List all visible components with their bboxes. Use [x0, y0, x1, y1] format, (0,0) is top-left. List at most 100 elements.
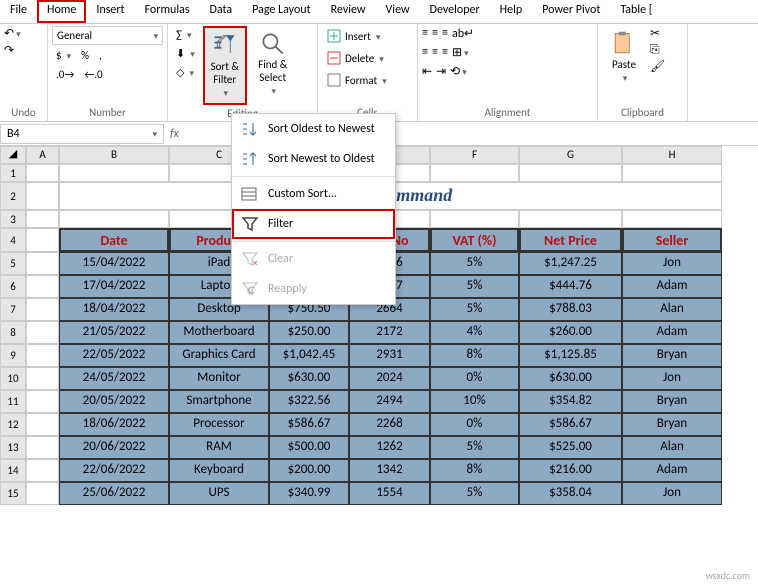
cell[interactable]	[26, 275, 59, 298]
table-cell[interactable]: Processor	[169, 413, 269, 436]
table-cell[interactable]: 2931	[349, 344, 430, 367]
cell[interactable]	[26, 252, 59, 275]
align-mid-icon[interactable]: ≡	[432, 26, 438, 41]
table-cell[interactable]: RAM	[169, 436, 269, 459]
row-header[interactable]: 11	[0, 390, 26, 413]
menu-formulas[interactable]: Formulas	[135, 0, 200, 23]
table-cell[interactable]: $340.99	[269, 482, 349, 505]
table-cell[interactable]: 2024	[349, 367, 430, 390]
table-cell[interactable]: Jon	[622, 482, 722, 505]
menu-table[interactable]: Table [	[610, 0, 662, 23]
table-cell[interactable]: 5%	[430, 275, 519, 298]
menu-developer[interactable]: Developer	[420, 0, 490, 23]
align-top-icon[interactable]: ≡	[422, 26, 428, 41]
paste-button[interactable]: Paste	[602, 26, 646, 88]
find-select-button[interactable]: Find & Select	[251, 26, 295, 101]
menu-review[interactable]: Review	[321, 0, 376, 23]
fx-icon[interactable]: fx	[164, 127, 185, 141]
clear-icon[interactable]: ◇	[172, 64, 199, 81]
table-cell[interactable]: $260.00	[519, 321, 622, 344]
table-cell[interactable]: 21/05/2022	[59, 321, 169, 344]
cell[interactable]	[26, 459, 59, 482]
menu-powerpivot[interactable]: Power Pivot	[532, 0, 610, 23]
cell[interactable]	[622, 164, 722, 182]
col-header-F[interactable]: F	[430, 146, 519, 164]
clear-filter-item[interactable]: Clear	[232, 244, 395, 274]
table-cell[interactable]: 5%	[430, 252, 519, 275]
cell[interactable]	[26, 228, 59, 252]
table-cell[interactable]: 8%	[430, 459, 519, 482]
table-cell[interactable]: $250.00	[269, 321, 349, 344]
table-cell[interactable]: 18/04/2022	[59, 298, 169, 321]
row-header[interactable]: 3	[0, 210, 26, 228]
table-cell[interactable]: Bryan	[622, 413, 722, 436]
cell[interactable]	[26, 482, 59, 505]
table-header[interactable]: Net Price	[519, 228, 622, 252]
row-header[interactable]: 5	[0, 252, 26, 275]
wrap-text-icon[interactable]: ab↵	[452, 26, 474, 41]
table-cell[interactable]: $1,247.25	[519, 252, 622, 275]
undo-icon[interactable]: ↶	[4, 26, 21, 41]
row-header[interactable]: 9	[0, 344, 26, 367]
table-cell[interactable]: 0%	[430, 367, 519, 390]
decrease-decimal-icon[interactable]: ←.0	[80, 66, 106, 83]
table-header[interactable]: Seller	[622, 228, 722, 252]
format-painter-icon[interactable]: 🖌	[650, 59, 665, 74]
currency-icon[interactable]: $	[52, 47, 75, 64]
cell[interactable]	[59, 164, 169, 182]
table-cell[interactable]: Alan	[622, 298, 722, 321]
table-cell[interactable]: $630.00	[269, 367, 349, 390]
align-right-icon[interactable]: ≡	[442, 45, 448, 60]
format-cells-button[interactable]: Format	[322, 70, 391, 90]
cell[interactable]	[519, 164, 622, 182]
table-cell[interactable]: Smartphone	[169, 390, 269, 413]
table-cell[interactable]: Bryan	[622, 344, 722, 367]
table-cell[interactable]: $525.00	[519, 436, 622, 459]
table-cell[interactable]: $216.00	[519, 459, 622, 482]
table-cell[interactable]: 22/06/2022	[59, 459, 169, 482]
table-cell[interactable]: $500.00	[269, 436, 349, 459]
table-cell[interactable]: Keyboard	[169, 459, 269, 482]
table-cell[interactable]: Adam	[622, 275, 722, 298]
table-cell[interactable]: 20/06/2022	[59, 436, 169, 459]
table-cell[interactable]: 8%	[430, 344, 519, 367]
table-cell[interactable]: Adam	[622, 459, 722, 482]
merge-icon[interactable]: ⊞	[452, 45, 469, 60]
cell[interactable]	[622, 210, 722, 228]
cut-icon[interactable]: ✂	[650, 26, 665, 41]
align-bot-icon[interactable]: ≡	[442, 26, 448, 41]
table-cell[interactable]: 1554	[349, 482, 430, 505]
table-cell[interactable]: 20/05/2022	[59, 390, 169, 413]
row-header[interactable]: 12	[0, 413, 26, 436]
table-cell[interactable]: 5%	[430, 436, 519, 459]
table-cell[interactable]: 1262	[349, 436, 430, 459]
table-cell[interactable]: Motherboard	[169, 321, 269, 344]
table-cell[interactable]: Jon	[622, 367, 722, 390]
table-cell[interactable]: 15/04/2022	[59, 252, 169, 275]
table-cell[interactable]: $358.04	[519, 482, 622, 505]
cell[interactable]	[430, 164, 519, 182]
table-cell[interactable]: 10%	[430, 390, 519, 413]
cell[interactable]	[430, 210, 519, 228]
table-cell[interactable]: 2172	[349, 321, 430, 344]
table-cell[interactable]: 25/06/2022	[59, 482, 169, 505]
cell[interactable]	[26, 367, 59, 390]
percent-icon[interactable]: %	[77, 47, 93, 64]
table-cell[interactable]: Bryan	[622, 390, 722, 413]
table-cell[interactable]: 5%	[430, 482, 519, 505]
row-header[interactable]: 4	[0, 228, 26, 252]
custom-sort-item[interactable]: Custom Sort...	[232, 179, 395, 209]
row-header[interactable]: 15	[0, 482, 26, 505]
cell[interactable]	[26, 413, 59, 436]
row-header[interactable]: 13	[0, 436, 26, 459]
table-cell[interactable]: $444.76	[519, 275, 622, 298]
table-cell[interactable]: Monitor	[169, 367, 269, 390]
indent-inc-icon[interactable]: ⇥	[436, 64, 446, 79]
table-cell[interactable]: 0%	[430, 413, 519, 436]
table-cell[interactable]: $322.56	[269, 390, 349, 413]
table-cell[interactable]: $1,125.85	[519, 344, 622, 367]
cell[interactable]	[26, 321, 59, 344]
table-cell[interactable]: Jon	[622, 252, 722, 275]
indent-dec-icon[interactable]: ⇤	[422, 64, 432, 79]
autosum-icon[interactable]: ∑	[172, 26, 199, 43]
